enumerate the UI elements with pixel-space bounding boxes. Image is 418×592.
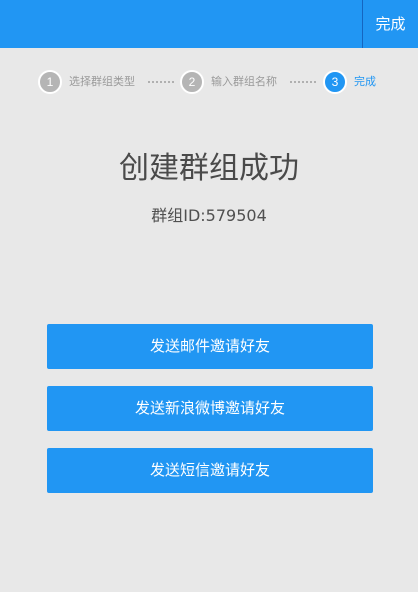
step-1-label: 选择群组类型: [69, 75, 135, 88]
step-2-circle: 2: [180, 70, 204, 94]
done-button[interactable]: 完成: [363, 0, 418, 48]
step-connector-2: [290, 81, 316, 83]
email-invite-button[interactable]: 发送邮件邀请好友: [47, 324, 373, 369]
step-3-label: 完成: [354, 75, 376, 88]
group-id-text: 群组ID:579504: [151, 206, 267, 225]
step-1-circle: 1: [38, 70, 62, 94]
step-2-label: 输入群组名称: [211, 75, 277, 88]
step-3-circle: 3: [323, 70, 347, 94]
top-app-bar: 完成: [0, 0, 418, 48]
step-indicator: 1 选择群组类型 2 输入群组名称 3 完成: [0, 66, 418, 100]
step-connector-1: [148, 81, 174, 83]
sms-invite-button[interactable]: 发送短信邀请好友: [47, 448, 373, 493]
success-title: 创建群组成功: [119, 151, 299, 186]
weibo-invite-button[interactable]: 发送新浪微博邀请好友: [47, 386, 373, 431]
